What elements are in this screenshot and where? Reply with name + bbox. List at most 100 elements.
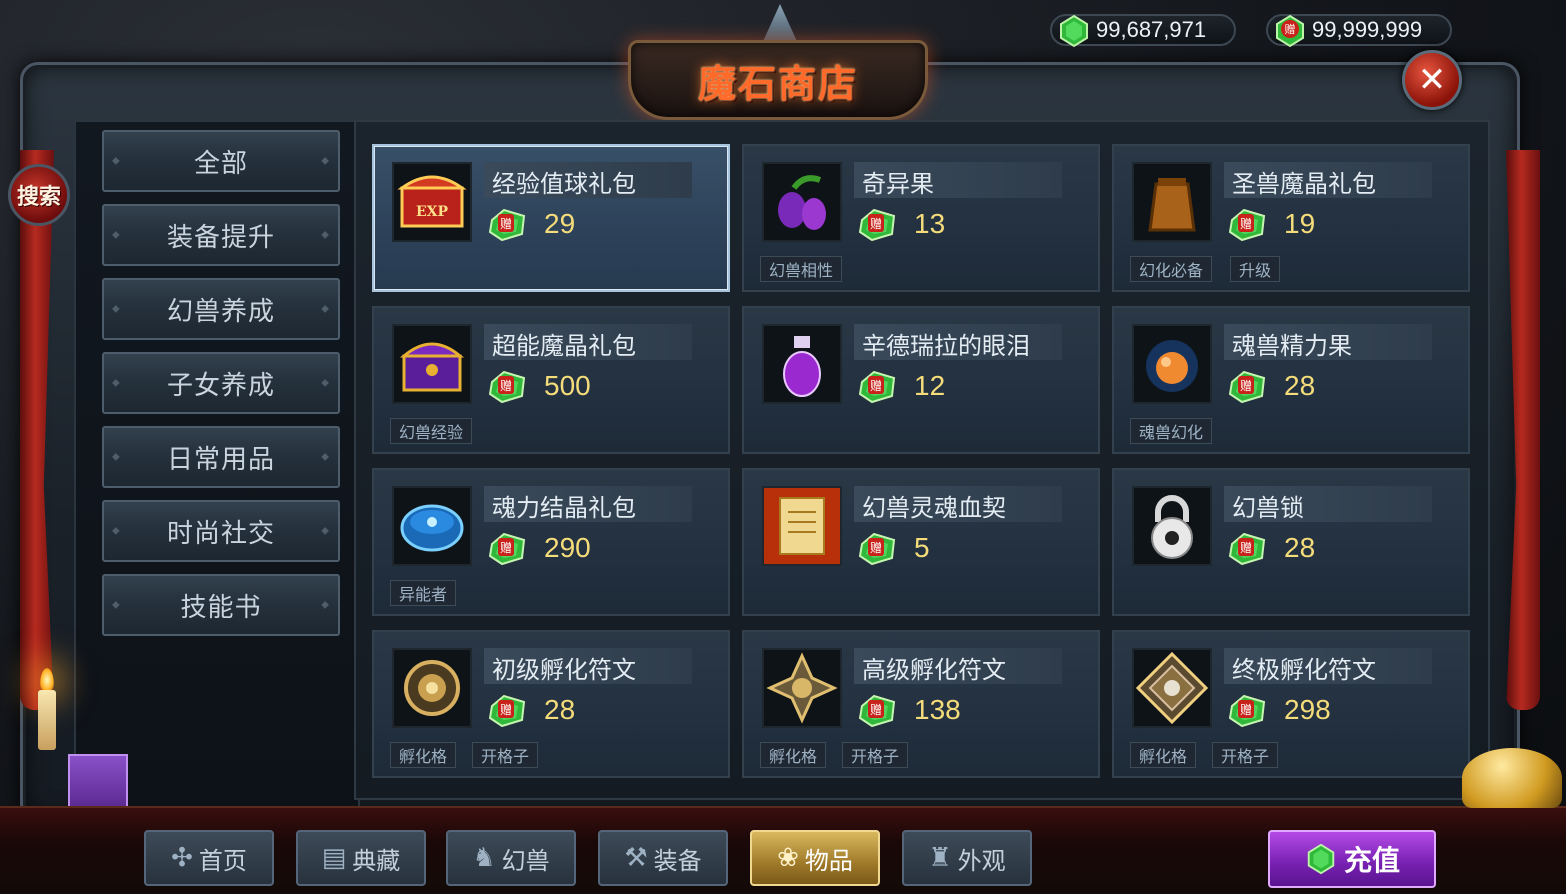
- bonus-gem-badge-text: 赠: [500, 541, 512, 555]
- category-daily-items[interactable]: 日常用品: [102, 426, 340, 488]
- rune-advanced-icon: [766, 652, 838, 724]
- item-card[interactable]: 终极孵化符文 赠 298 孵化格 开格子: [1112, 630, 1470, 778]
- item-card[interactable]: 辛德瑞拉的眼泪 赠 12: [742, 306, 1100, 454]
- page-title: 魔石商店: [697, 60, 858, 106]
- recharge-label: 充值: [1343, 844, 1400, 877]
- category-label: 全部: [193, 148, 248, 179]
- item-card[interactable]: 幻兽灵魂血契 赠 5: [742, 468, 1100, 616]
- bonus-gem-icon: 赠: [488, 694, 526, 728]
- pinwheel-icon: ✣: [171, 843, 193, 873]
- item-tag: 孵化格: [760, 742, 827, 768]
- bonus-gem-icon: 赠: [1228, 208, 1266, 242]
- item-icon-box: [392, 648, 472, 728]
- item-icon-box: [1132, 324, 1212, 404]
- category-fashion-social[interactable]: 时尚社交: [102, 500, 340, 562]
- tab-label: 幻兽: [501, 846, 550, 875]
- green-gem-icon: [1060, 14, 1088, 48]
- bonus-gem-icon: 赠: [858, 208, 896, 242]
- close-button[interactable]: ✕: [1402, 50, 1462, 110]
- tab-5[interactable]: ♜ 外观: [902, 830, 1032, 886]
- padlock-icon: [1151, 495, 1193, 559]
- item-card[interactable]: EXP 经验值球礼包 赠 29: [372, 144, 730, 292]
- item-icon-box: [762, 324, 842, 404]
- bonus-gem-icon: 赠: [488, 208, 526, 242]
- item-price: 29: [544, 208, 576, 239]
- item-price: 500: [544, 370, 591, 401]
- item-price: 5: [914, 532, 930, 563]
- item-icon-box: [1132, 162, 1212, 242]
- shirt-icon: ♜: [928, 843, 952, 873]
- category-equipment-upgrade[interactable]: 装备提升: [102, 204, 340, 266]
- category-all[interactable]: 全部: [102, 130, 340, 192]
- magic-stone-amount: 99,687,971: [1096, 17, 1207, 42]
- game-screen: 魔石商店 99,687,971 赠 99,999,999 ✕ 搜索 全部 装备提…: [0, 0, 1566, 894]
- tab-2[interactable]: ♞ 幻兽: [446, 830, 576, 886]
- gold-pile-decoration: [1462, 748, 1562, 808]
- category-child-training[interactable]: 子女养成: [102, 352, 340, 414]
- bonus-gem-icon: 赠: [858, 694, 896, 728]
- candle-decoration: [38, 690, 56, 750]
- category-beast-training[interactable]: 幻兽养成: [102, 278, 340, 340]
- item-icon-box: EXP: [392, 162, 472, 242]
- item-name: 圣兽魔晶礼包: [1232, 170, 1376, 198]
- tab-3[interactable]: ⚒ 装备: [598, 830, 728, 886]
- bonus-gem-icon: 赠: [1228, 532, 1266, 566]
- tulip-icon: ❀: [777, 843, 799, 873]
- category-label: 日常用品: [166, 444, 275, 475]
- item-card[interactable]: 魂力结晶礼包 赠 290 异能者: [372, 468, 730, 616]
- search-button[interactable]: 搜索: [8, 164, 70, 226]
- purple-chest-icon: [399, 342, 465, 392]
- blue-box-icon: [400, 504, 464, 552]
- item-icon-box: [392, 486, 472, 566]
- bonus-gem-badge-text: 赠: [870, 379, 882, 393]
- bonus-gem-badge-text: 赠: [1240, 703, 1252, 717]
- bonus-gem-icon: 赠: [858, 370, 896, 404]
- item-tag: 魂兽幻化: [1130, 418, 1213, 444]
- potion-icon: [783, 336, 821, 397]
- green-gem-icon: [1307, 843, 1335, 875]
- item-price: 28: [1284, 532, 1316, 563]
- axe-icon: ⚒: [624, 843, 648, 873]
- bonus-gem-badge-text: 赠: [870, 703, 882, 717]
- tab-0[interactable]: ✣ 首页: [144, 830, 274, 886]
- item-tag: 幻兽经验: [390, 418, 473, 444]
- recharge-button[interactable]: 充值: [1268, 830, 1436, 888]
- item-tag: 幻化必备: [1130, 256, 1213, 282]
- bonus-gem-badge-text: 赠: [870, 217, 882, 231]
- category-skill-books[interactable]: 技能书: [102, 574, 340, 636]
- pouch-icon: [1148, 178, 1196, 232]
- item-price: 290: [544, 532, 591, 563]
- item-icon-box: [1132, 486, 1212, 566]
- item-icon-box: [762, 486, 842, 566]
- item-name: 终极孵化符文: [1232, 656, 1376, 684]
- tab-label: 典藏: [352, 846, 401, 875]
- category-label: 幻兽养成: [166, 296, 275, 327]
- tab-label: 外观: [957, 846, 1006, 875]
- item-card[interactable]: 奇异果 赠 13 幻兽相性: [742, 144, 1100, 292]
- bonus-gem-icon: 赠: [1228, 694, 1266, 728]
- item-tag: 开格子: [842, 742, 909, 768]
- dragon-icon: ♞: [472, 843, 496, 873]
- bonus-stone-amount: 99,999,999: [1312, 17, 1423, 42]
- item-name: 初级孵化符文: [492, 656, 636, 684]
- rune-basic-icon: [404, 660, 460, 716]
- tab-1[interactable]: ▤ 典藏: [296, 830, 426, 886]
- item-card[interactable]: 初级孵化符文 赠 28 孵化格 开格子: [372, 630, 730, 778]
- item-price: 12: [914, 370, 946, 401]
- item-card[interactable]: 超能魔晶礼包 赠 500 幻兽经验: [372, 306, 730, 454]
- bonus-gem-badge-text: 赠: [500, 379, 512, 393]
- item-icon-box: [762, 648, 842, 728]
- item-name: 经验值球礼包: [492, 170, 636, 198]
- item-name: 奇异果: [862, 170, 934, 198]
- item-name: 魂力结晶礼包: [492, 494, 636, 522]
- item-price: 19: [1284, 208, 1316, 239]
- item-name: 幻兽锁: [1232, 494, 1304, 522]
- item-card[interactable]: 魂兽精力果 赠 28 魂兽幻化: [1112, 306, 1470, 454]
- item-card[interactable]: 幻兽锁 赠 28: [1112, 468, 1470, 616]
- orange-fruit-icon: [1146, 340, 1198, 392]
- bonus-gem-icon: 赠: [858, 532, 896, 566]
- tab-4[interactable]: ❀ 物品: [750, 830, 880, 886]
- item-card[interactable]: 高级孵化符文 赠 138 孵化格 开格子: [742, 630, 1100, 778]
- item-card[interactable]: 圣兽魔晶礼包 赠 19 幻化必备 升级: [1112, 144, 1470, 292]
- bonus-gem-badge-text: 赠: [1285, 22, 1296, 36]
